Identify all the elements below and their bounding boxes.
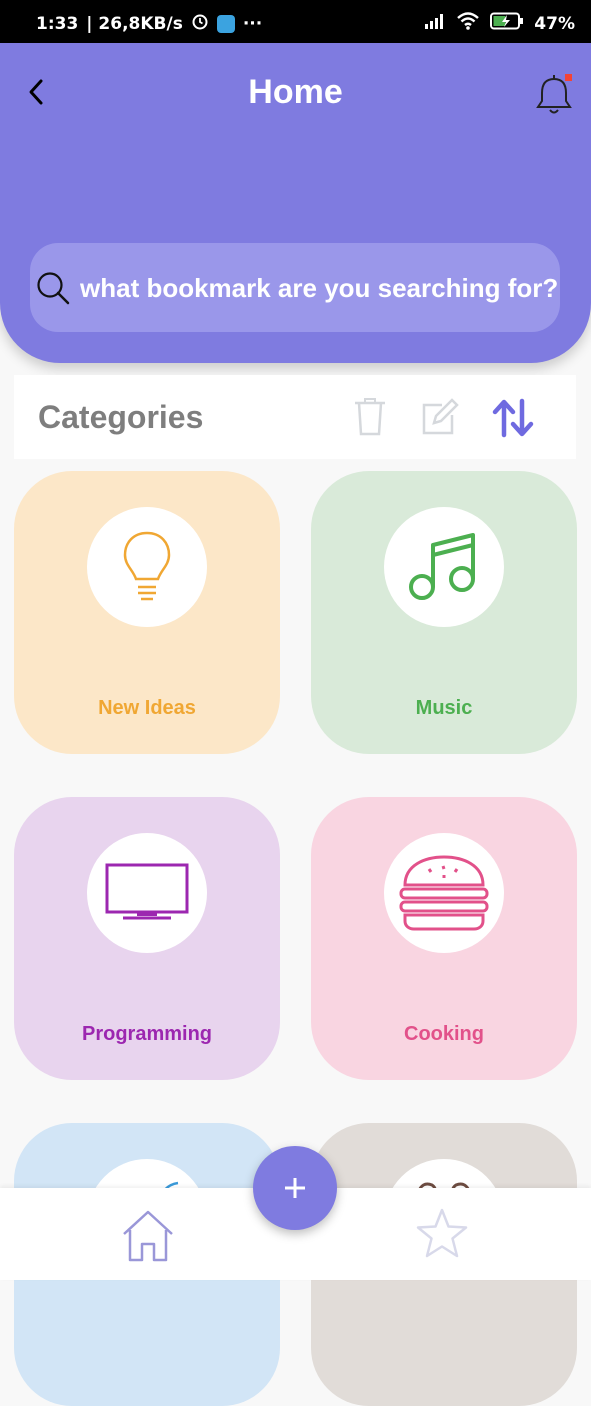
trash-icon [355,398,385,436]
category-label: Cooking [404,1023,484,1045]
sort-icon [492,398,534,438]
status-speed: | 26,8KB/s [86,13,183,34]
add-category-button[interactable] [253,1146,337,1230]
telegram-icon [216,14,235,33]
sort-button[interactable] [492,397,534,438]
category-card-programming[interactable]: Programming [14,797,280,1080]
home-icon [123,1210,173,1262]
category-card-cooking[interactable]: Cooking [311,797,577,1080]
category-icon-circle [384,833,504,953]
edit-icon [422,398,459,435]
search-input[interactable] [78,265,560,311]
edit-button[interactable] [420,397,460,437]
search-icon [37,272,70,305]
status-bar: 1:33 | 26,8KB/s ··· 47% [0,0,591,43]
category-label: New Ideas [98,697,196,719]
nav-home[interactable] [120,1208,176,1264]
plus-icon [285,1178,305,1198]
battery-icon [490,12,524,35]
status-battery: 47% [534,13,575,34]
alarm-icon [191,12,209,35]
categories-title: Categories [38,399,204,435]
lightbulb-icon [123,531,171,601]
category-icon-circle [87,507,207,627]
search-bar[interactable] [30,243,560,332]
header: Home [0,43,591,363]
category-card-new-ideas[interactable]: New Ideas [14,471,280,754]
category-label: Music [415,697,473,719]
wifi-icon [456,12,480,35]
music-note-icon [409,533,475,600]
nav-favorites[interactable] [414,1206,470,1262]
status-time: 1:33 [36,13,79,34]
category-label: Programming [81,1023,213,1045]
delete-button[interactable] [350,397,390,437]
category-icon-circle [384,507,504,627]
category-icon-circle [87,833,207,953]
categories-toolbar: Categories [14,375,576,459]
burger-icon [399,855,489,931]
monitor-icon [105,863,189,920]
signal-icon [424,13,446,34]
category-card-music[interactable]: Music [311,471,577,754]
notification-button[interactable] [534,67,574,117]
status-more: ··· [242,13,263,34]
bell-icon [536,74,572,114]
page-title: Home [248,73,343,111]
star-icon [416,1208,468,1258]
